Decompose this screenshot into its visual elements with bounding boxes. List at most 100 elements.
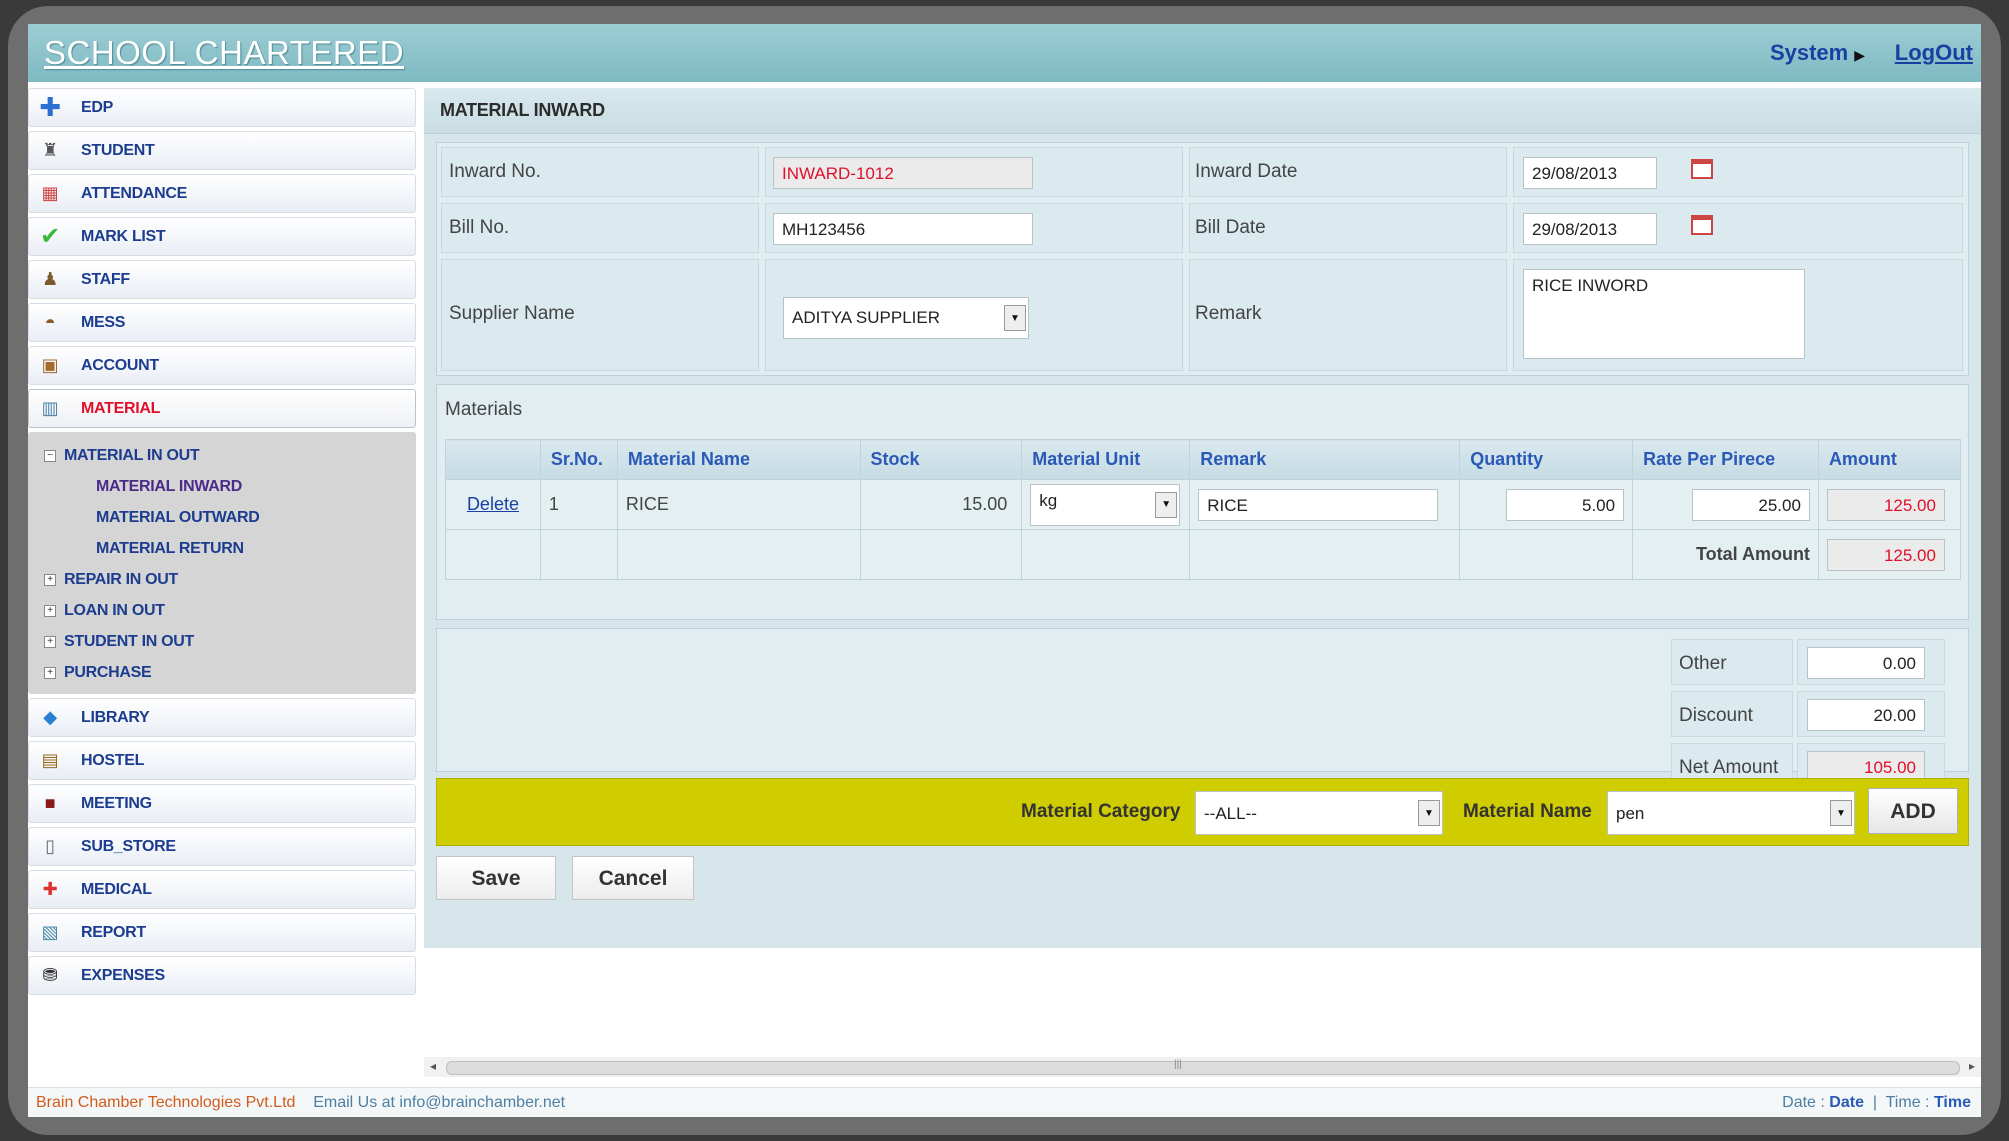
supplier-value: ADITYA SUPPLIER <box>792 308 941 327</box>
submenu-group-purchase[interactable]: + PURCHASE <box>44 657 416 688</box>
materials-title: Materials <box>445 399 523 420</box>
sidebar-item-material[interactable]: ▥ MATERIAL <box>28 389 416 428</box>
brand-title[interactable]: SCHOOL CHARTERED <box>44 34 404 72</box>
footer-email[interactable]: Email Us at info@brainchamber.net <box>313 1094 565 1111</box>
save-button[interactable]: Save <box>436 856 556 900</box>
unit-value: kg <box>1039 490 1058 510</box>
staff-icon: ♟ <box>42 269 58 289</box>
bill-no-field[interactable]: MH123456 <box>773 213 1033 245</box>
calendar-icon[interactable] <box>1691 215 1713 235</box>
sidebar-item-label: ATTENDANCE <box>81 184 188 202</box>
sidebar: ✚ EDP ♜ STUDENT ▦ ATTENDANCE ✔ MARK LIST… <box>28 88 416 1088</box>
meeting-icon: ■ <box>44 793 56 813</box>
sidebar-item-hostel[interactable]: ▤ HOSTEL <box>28 741 416 780</box>
sidebar-item-student[interactable]: ♜ STUDENT <box>28 131 416 170</box>
supplier-label: Supplier Name <box>449 303 575 324</box>
page-title: MATERIAL INWARD <box>424 88 1981 134</box>
inward-date-label: Inward Date <box>1195 161 1298 182</box>
expand-icon[interactable]: + <box>44 604 56 617</box>
submenu-group-material-in-out[interactable]: − MATERIAL IN OUT <box>44 440 416 471</box>
plus-icon: ✚ <box>39 92 61 122</box>
collapse-icon[interactable]: − <box>44 449 56 462</box>
inward-date-field[interactable]: 29/08/2013 <box>1523 157 1657 189</box>
logout-link[interactable]: LogOut <box>1895 40 1973 66</box>
bill-date-field[interactable]: 29/08/2013 <box>1523 213 1657 245</box>
sidebar-item-account[interactable]: ▣ ACCOUNT <box>28 346 416 385</box>
cell-material-name: RICE <box>616 479 861 530</box>
horizontal-scrollbar[interactable]: ◂ ||| ▸ <box>424 1057 1981 1077</box>
scrollbar-track[interactable] <box>446 1061 1960 1075</box>
sidebar-item-mess[interactable]: ◓ MESS <box>28 303 416 342</box>
sidebar-item-label: SUB_STORE <box>81 837 176 855</box>
sidebar-item-attendance[interactable]: ▦ ATTENDANCE <box>28 174 416 213</box>
store-icon: ▯ <box>45 836 55 856</box>
library-icon: ◆ <box>43 707 57 727</box>
bill-no-label: Bill No. <box>449 217 510 238</box>
col-header-quantity: Quantity <box>1459 439 1634 480</box>
sidebar-item-report[interactable]: ▧ REPORT <box>28 913 416 952</box>
student-icon: ♜ <box>42 140 58 160</box>
inward-form: Inward No. INWARD-1012 Inward Date 29/08… <box>436 142 1969 376</box>
col-header-material-unit: Material Unit <box>1021 439 1191 480</box>
chevron-down-icon[interactable]: ▼ <box>1155 491 1178 518</box>
mess-icon: ◓ <box>44 312 56 332</box>
table-header-row: Sr.No. Material Name Stock Material Unit… <box>445 439 1962 480</box>
date-value: Date <box>1829 1094 1864 1111</box>
sidebar-item-meeting[interactable]: ■ MEETING <box>28 784 416 823</box>
sidebar-item-label: MARK LIST <box>81 227 166 245</box>
col-header-sr-no: Sr.No. <box>539 439 618 480</box>
scroll-left-icon[interactable]: ◂ <box>430 1059 436 1073</box>
scroll-right-icon[interactable]: ▸ <box>1969 1059 1975 1073</box>
sidebar-item-label: STUDENT <box>81 141 155 159</box>
table-row: Delete 1 RICE 15.00 kg ▼ RICE 5.00 25.00 <box>445 479 1962 530</box>
rate-input[interactable]: 25.00 <box>1691 488 1810 521</box>
submenu-group-student-in-out[interactable]: + STUDENT IN OUT <box>44 626 416 657</box>
expand-icon[interactable]: + <box>44 573 56 586</box>
sidebar-item-sub-store[interactable]: ▯ SUB_STORE <box>28 827 416 866</box>
submenu-item-material-inward[interactable]: MATERIAL INWARD <box>44 471 416 502</box>
supplier-select[interactable]: ADITYA SUPPLIER ▼ <box>783 297 1029 339</box>
footer-company: Brain Chamber Technologies Pvt.Ltd <box>36 1094 296 1111</box>
other-field[interactable]: 0.00 <box>1807 647 1925 679</box>
expand-icon[interactable]: + <box>44 635 56 648</box>
submenu-group-loan-in-out[interactable]: + LOAN IN OUT <box>44 595 416 626</box>
add-button[interactable]: ADD <box>1868 788 1958 834</box>
remark-textarea[interactable]: RICE INWORD <box>1523 269 1805 359</box>
chevron-down-icon[interactable]: ▼ <box>1418 800 1440 826</box>
calendar-icon[interactable] <box>1691 159 1713 179</box>
material-category-select[interactable]: --ALL-- ▼ <box>1195 791 1443 835</box>
scrollbar-thumb[interactable]: ||| <box>1174 1059 1182 1070</box>
sidebar-item-edp[interactable]: ✚ EDP <box>28 88 416 127</box>
material-icon: ▥ <box>41 398 59 418</box>
sidebar-item-expenses[interactable]: ⛃ EXPENSES <box>28 956 416 995</box>
chevron-down-icon[interactable]: ▼ <box>1004 305 1026 331</box>
sidebar-item-staff[interactable]: ♟ STAFF <box>28 260 416 299</box>
chevron-down-icon[interactable]: ▼ <box>1830 800 1852 826</box>
row-remark-input[interactable]: RICE <box>1198 488 1439 521</box>
remark-label: Remark <box>1195 303 1262 324</box>
expand-icon[interactable]: + <box>44 666 56 679</box>
cancel-button[interactable]: Cancel <box>572 856 694 900</box>
submenu-group-repair-in-out[interactable]: + REPAIR IN OUT <box>44 564 416 595</box>
time-label: Time : <box>1885 1094 1930 1111</box>
sidebar-item-mark-list[interactable]: ✔ MARK LIST <box>28 217 416 256</box>
add-material-strip: Material Category --ALL-- ▼ Material Nam… <box>436 778 1969 846</box>
hostel-icon: ▤ <box>41 750 59 770</box>
sidebar-item-label: MEETING <box>81 794 152 812</box>
delete-link[interactable]: Delete <box>467 494 519 514</box>
sidebar-item-label: HOSTEL <box>81 751 145 769</box>
material-name-select[interactable]: pen ▼ <box>1607 791 1855 835</box>
submenu-item-material-return[interactable]: MATERIAL RETURN <box>44 533 416 564</box>
quantity-input[interactable]: 5.00 <box>1506 488 1625 521</box>
medical-icon: ✚ <box>42 879 58 899</box>
submenu-item-material-outward[interactable]: MATERIAL OUTWARD <box>44 502 416 533</box>
total-amount-field: 125.00 <box>1826 538 1945 571</box>
discount-field[interactable]: 20.00 <box>1807 699 1925 731</box>
discount-label: Discount <box>1679 705 1753 726</box>
sidebar-item-library[interactable]: ◆ LIBRARY <box>28 698 416 737</box>
sidebar-item-medical[interactable]: ✚ MEDICAL <box>28 870 416 909</box>
system-menu[interactable]: System ▶ <box>1770 40 1865 66</box>
submenu-group-label: STUDENT IN OUT <box>64 632 195 650</box>
unit-select[interactable]: kg ▼ <box>1030 483 1181 526</box>
app-window: SCHOOL CHARTERED System ▶ LogOut ✚ EDP ♜ … <box>28 24 1981 1117</box>
